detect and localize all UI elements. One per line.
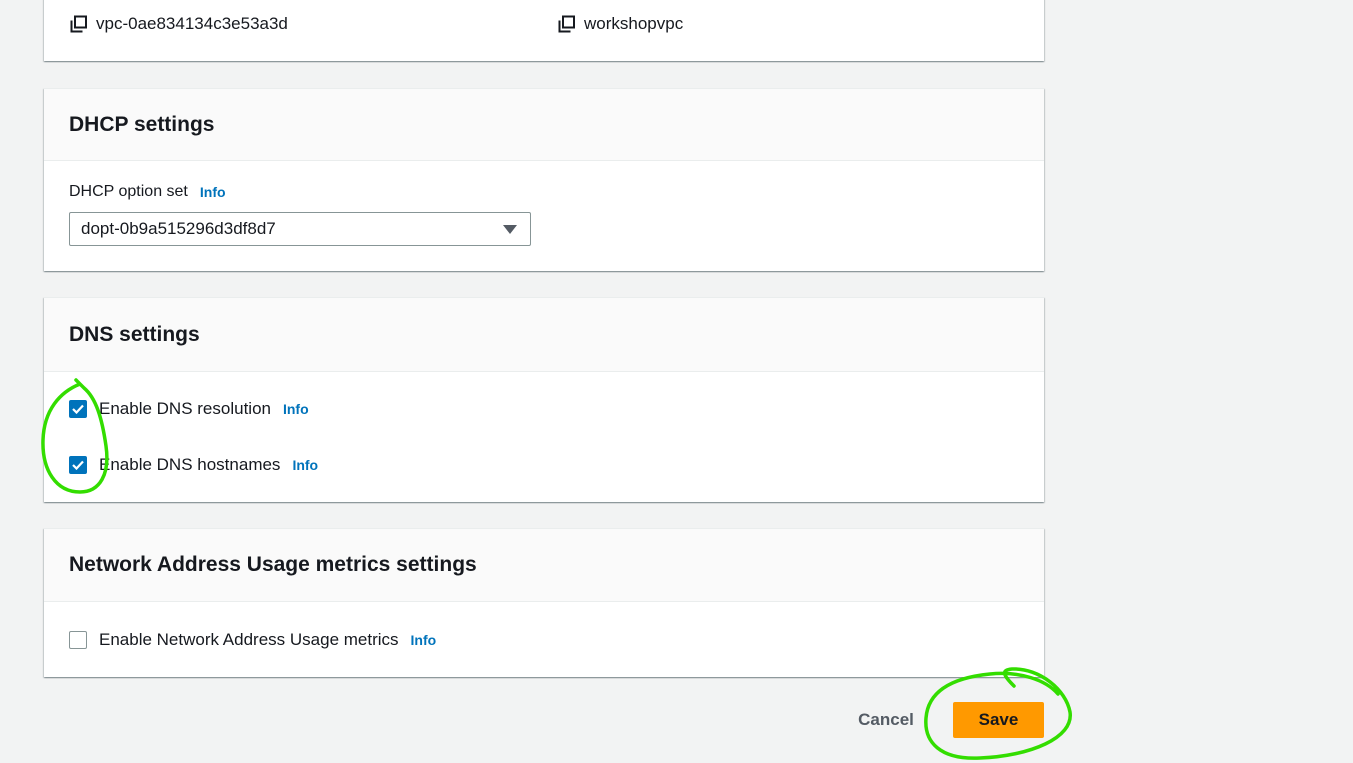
dhcp-option-set-label: DHCP option set [69,183,188,200]
checkmark-icon [72,404,84,414]
dhcp-settings-panel: DHCP settings DHCP option set Info dopt-… [44,88,1044,271]
vpc-id-row: vpc-0ae834134c3e53a3d [70,14,288,34]
cancel-button[interactable]: Cancel [846,704,926,736]
vpc-name-text: workshopvpc [584,14,684,33]
dhcp-settings-title: DHCP settings [69,112,215,136]
checkmark-icon [72,460,84,470]
copy-icon[interactable] [558,15,576,33]
vpc-details-panel: vpc-0ae834134c3e53a3d workshopvpc [44,0,1044,61]
dns-resolution-row: Enable DNS resolution Info [69,399,309,419]
nau-enable-label: Enable Network Address Usage metrics [99,630,399,649]
dns-settings-header: DNS settings [44,298,1044,372]
nau-settings-panel: Network Address Usage metrics settings E… [44,528,1044,677]
dhcp-option-set-value: dopt-0b9a515296d3df8d7 [81,219,276,238]
dns-settings-panel: DNS settings Enable DNS resolution Info … [44,297,1044,502]
nau-settings-header: Network Address Usage metrics settings [44,529,1044,602]
vpc-id-text: vpc-0ae834134c3e53a3d [96,14,288,33]
dns-resolution-info-link[interactable]: Info [283,401,309,417]
caret-down-icon [503,225,517,234]
save-button[interactable]: Save [953,702,1044,738]
nau-settings-title: Network Address Usage metrics settings [69,553,477,576]
dns-resolution-checkbox[interactable] [69,400,87,418]
vpc-name-row: workshopvpc [558,14,683,34]
dns-hostnames-info-link[interactable]: Info [292,457,318,473]
dns-resolution-label: Enable DNS resolution [99,399,271,418]
dhcp-option-set-select[interactable]: dopt-0b9a515296d3df8d7 [69,212,531,246]
dns-hostnames-checkbox[interactable] [69,456,87,474]
nau-info-link[interactable]: Info [411,632,437,648]
dhcp-settings-header: DHCP settings [44,89,1044,161]
copy-icon[interactable] [70,15,88,33]
dhcp-option-set-label-row: DHCP option set Info [69,183,226,201]
dns-hostnames-label: Enable DNS hostnames [99,455,281,474]
dhcp-info-link[interactable]: Info [200,184,226,200]
dns-hostnames-row: Enable DNS hostnames Info [69,455,318,475]
nau-enable-row: Enable Network Address Usage metrics Inf… [69,630,436,650]
nau-enable-checkbox[interactable] [69,631,87,649]
dns-settings-title: DNS settings [69,322,200,346]
